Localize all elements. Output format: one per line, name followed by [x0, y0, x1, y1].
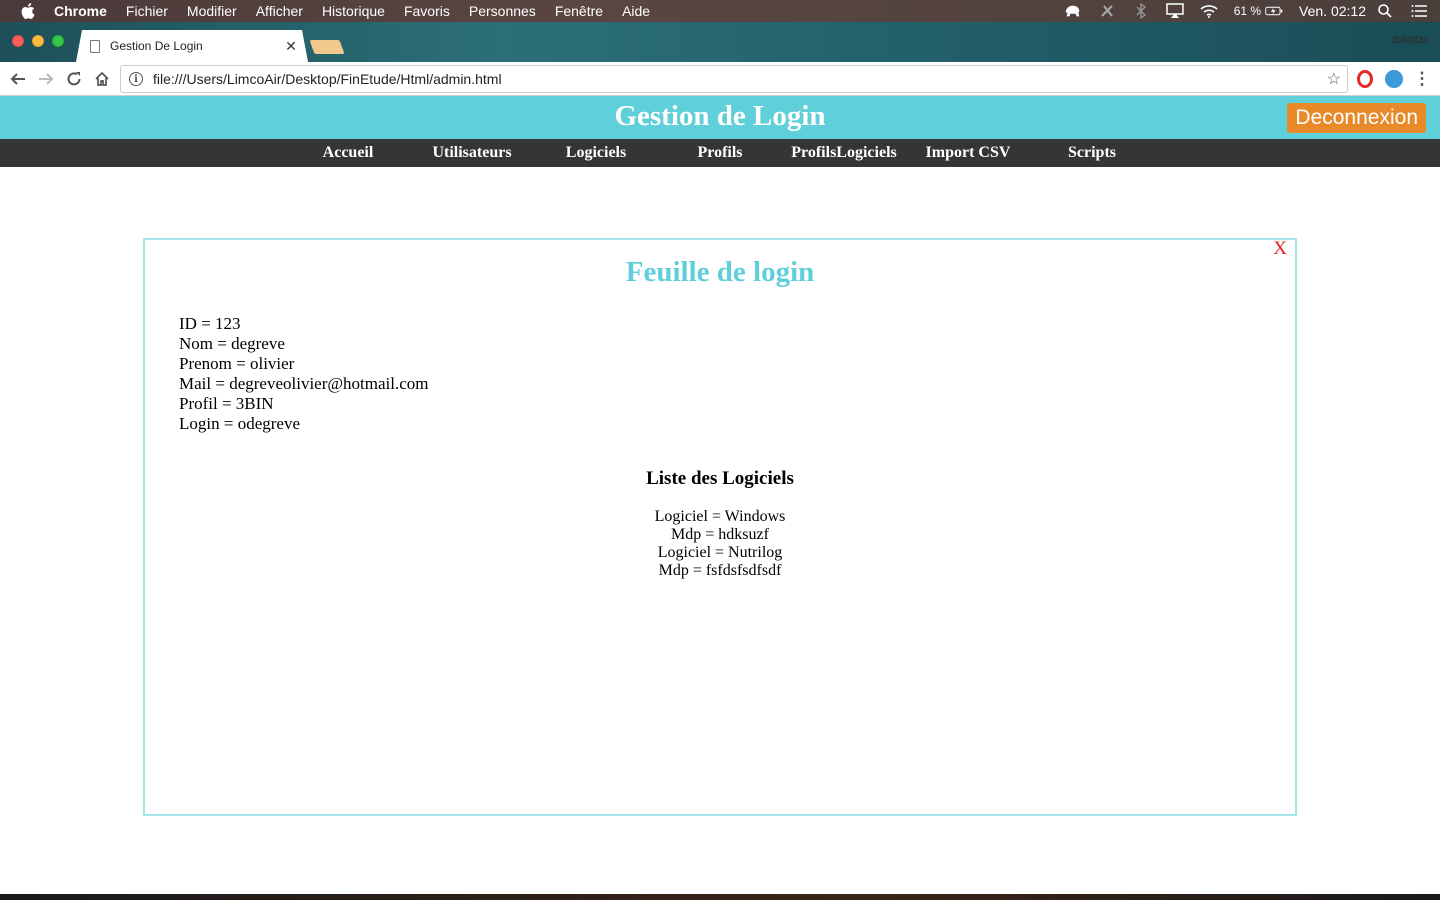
bluetooth-icon[interactable]	[1132, 3, 1150, 19]
modal-title: Feuille de login	[625, 256, 815, 288]
menu-modifier[interactable]: Modifier	[187, 3, 237, 19]
bookmark-star-icon[interactable]: ☆	[1327, 69, 1341, 89]
software-list: Logiciel = Windows Mdp = hdksuzf Logicie…	[145, 508, 1295, 580]
tab-title: Gestion De Login	[110, 39, 203, 53]
macos-menubar: Chrome Fichier Modifier Afficher Histori…	[0, 0, 1440, 22]
menu-fichier[interactable]: Fichier	[126, 3, 168, 19]
detail-prenom: Prenom = olivier	[179, 354, 295, 373]
detail-nom: Nom = degreve	[179, 334, 285, 353]
battery-percent: 61 %	[1233, 4, 1262, 18]
software-item: Logiciel = Nutrilog	[657, 544, 783, 561]
menu-afficher[interactable]: Afficher	[256, 3, 303, 19]
page-icon	[90, 40, 100, 53]
site-title: Gestion de Login	[614, 100, 826, 132]
detail-id: ID = 123	[179, 314, 241, 333]
user-details: ID = 123 Nom = degreve Prenom = olivier …	[179, 314, 428, 434]
browser-profile-name[interactable]: dekotao	[1391, 34, 1430, 46]
browser-toolbar: i file:///Users/LimcoAir/Desktop/FinEtud…	[0, 62, 1440, 96]
apple-icon[interactable]	[18, 0, 38, 22]
forward-arrow-icon[interactable]	[35, 68, 57, 90]
site-header: Gestion de Login Deconnexion	[0, 96, 1440, 139]
software-password: Mdp = hdksuzf	[671, 526, 769, 543]
nav-logiciels[interactable]: Logiciels	[534, 139, 658, 166]
window-close-button[interactable]	[12, 35, 24, 47]
nav-profils-logiciels[interactable]: ProfilsLogiciels	[782, 139, 906, 166]
window-minimize-button[interactable]	[32, 35, 44, 47]
nav-utilisateurs[interactable]: Utilisateurs	[410, 139, 534, 166]
reload-icon[interactable]	[63, 68, 85, 90]
menu-aide[interactable]: Aide	[622, 3, 650, 19]
browser-tabstrip: Gestion De Login ✕ dekotao	[0, 22, 1440, 62]
software-password: Mdp = fsfdsfsdfsdf	[658, 562, 782, 579]
menu-favoris[interactable]: Favoris	[404, 3, 450, 19]
opera-extension-icon[interactable]	[1357, 70, 1373, 88]
desktop-background-strip	[0, 894, 1440, 900]
window-zoom-button[interactable]	[52, 35, 64, 47]
logout-button[interactable]: Deconnexion	[1287, 103, 1426, 133]
nav-profils[interactable]: Profils	[658, 139, 782, 166]
tab-close-icon[interactable]: ✕	[284, 38, 298, 55]
menu-fenetre[interactable]: Fenêtre	[555, 3, 603, 19]
spotlight-search-icon[interactable]	[1376, 3, 1394, 19]
detail-mail: Mail = degreveolivier@hotmail.com	[179, 374, 429, 393]
nav-import-csv[interactable]: Import CSV	[906, 139, 1030, 166]
address-bar[interactable]: i file:///Users/LimcoAir/Desktop/FinEtud…	[120, 65, 1348, 93]
web-page: Gestion de Login Deconnexion Accueil Uti…	[0, 96, 1440, 894]
back-arrow-icon[interactable]	[7, 68, 29, 90]
extension-icon[interactable]	[1385, 70, 1403, 88]
nav-scripts[interactable]: Scripts	[1030, 139, 1154, 166]
detail-profil: Profil = 3BIN	[179, 394, 274, 413]
airplay-icon[interactable]	[1165, 3, 1184, 19]
new-tab-button[interactable]	[309, 40, 345, 54]
login-sheet-modal: X Feuille de login ID = 123 Nom = degrev…	[143, 238, 1297, 816]
address-bar-url: file:///Users/LimcoAir/Desktop/FinEtude/…	[153, 71, 502, 87]
menu-historique[interactable]: Historique	[322, 3, 385, 19]
software-item: Logiciel = Windows	[654, 508, 786, 525]
info-icon[interactable]: i	[129, 72, 143, 86]
notification-center-icon[interactable]	[1410, 3, 1428, 19]
nav-accueil[interactable]: Accueil	[286, 139, 410, 166]
software-list-title: Liste des Logiciels	[646, 468, 794, 489]
wifi-icon[interactable]	[1200, 3, 1218, 19]
menubar-clock[interactable]: Ven. 02:12	[1299, 3, 1366, 19]
home-icon[interactable]	[91, 68, 113, 90]
evernote-elephant-icon[interactable]	[1064, 3, 1082, 19]
menu-personnes[interactable]: Personnes	[469, 3, 536, 19]
chrome-menu-icon[interactable]: ⋮	[1411, 68, 1433, 90]
browser-tab-active[interactable]: Gestion De Login ✕	[76, 30, 308, 62]
detail-login: Login = odegreve	[179, 414, 300, 433]
main-nav: Accueil Utilisateurs Logiciels Profils P…	[0, 139, 1440, 167]
menu-app-name[interactable]: Chrome	[54, 3, 107, 19]
tools-icon[interactable]	[1098, 3, 1116, 19]
menubar-status-area: 61 % Ven. 02:12	[1048, 0, 1440, 22]
battery-charging-icon[interactable]	[1265, 3, 1283, 19]
